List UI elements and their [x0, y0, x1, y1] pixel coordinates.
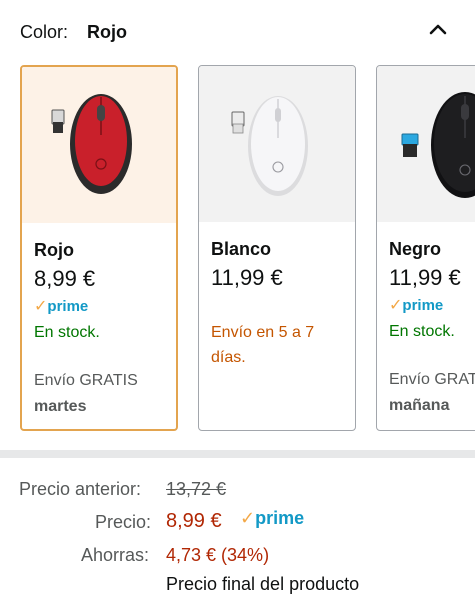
variant-card-blanco[interactable]: Blanco 11,99 € Envío en 5 a 7 días. [198, 65, 356, 431]
product-image [377, 66, 475, 222]
section-divider [0, 450, 475, 458]
product-image [22, 67, 176, 223]
shipping-day: mañana [389, 397, 450, 414]
variant-name: Blanco [211, 239, 272, 259]
variant-card-negro[interactable]: Negro 11,99 € ✓prime En stock. Envío GRA… [376, 65, 475, 431]
prime-badge: ✓prime [34, 298, 89, 315]
shipping-text: Envío GRATIS [34, 372, 138, 389]
final-price-note: Precio final del producto [166, 574, 360, 594]
shipping-text: Envío GRAT [389, 371, 475, 388]
collapse-button[interactable] [424, 17, 452, 41]
previous-price-label: Precio anterior: [19, 479, 142, 499]
price-label: Precio: [95, 512, 152, 532]
variant-card-rojo[interactable]: Rojo 8,99 € ✓prime En stock. Envío GRATI… [20, 65, 178, 431]
mouse-image [51, 94, 132, 194]
variant-price: 11,99 € [211, 265, 283, 290]
availability-text: En stock. [389, 323, 455, 340]
prime-check-icon: ✓ [34, 298, 48, 315]
product-image [199, 66, 355, 222]
delivery-estimate: Envío en 5 a 7 días. [211, 324, 315, 366]
mouse-image [231, 96, 308, 196]
color-selector-header: Color: Rojo [0, 0, 475, 62]
shipping-day: martes [34, 398, 87, 415]
prime-badge: ✓prime [389, 297, 444, 314]
previous-price-value: 13,72 € [166, 479, 227, 499]
variant-name: Rojo [34, 240, 74, 260]
availability-text: En stock. [34, 324, 100, 341]
savings-label: Ahorras: [81, 545, 150, 565]
chevron-up-icon [429, 24, 447, 35]
selected-color-value: Rojo [87, 22, 127, 42]
prime-badge: ✓prime [240, 508, 305, 528]
prime-check-icon: ✓ [240, 508, 256, 528]
prime-check-icon: ✓ [389, 297, 403, 314]
variant-carousel[interactable]: Rojo 8,99 € ✓prime En stock. Envío GRATI… [0, 65, 475, 433]
savings-value: 4,73 € (34%) [166, 545, 270, 565]
price-value: 8,99 € [166, 510, 222, 532]
mouse-image [401, 92, 475, 198]
variant-price: 11,99 € [389, 265, 461, 290]
color-label: Color: [20, 22, 69, 42]
variant-price: 8,99 € [34, 266, 96, 291]
variant-name: Negro [389, 239, 442, 259]
